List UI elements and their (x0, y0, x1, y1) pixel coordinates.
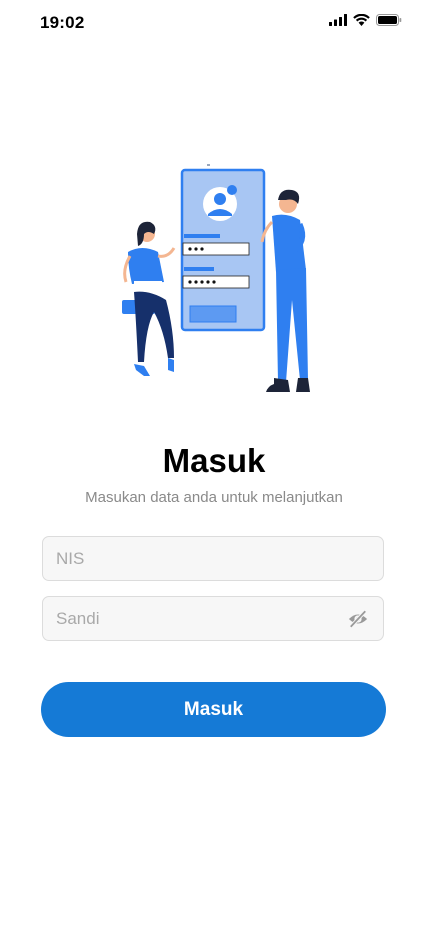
status-bar: 19:02 (0, 0, 428, 46)
signal-icon (329, 14, 347, 26)
eye-off-icon[interactable] (347, 609, 369, 629)
nis-field (42, 536, 384, 581)
battery-icon (376, 14, 402, 26)
password-field (42, 596, 384, 641)
wifi-icon (353, 14, 370, 26)
login-button[interactable]: Masuk (41, 682, 386, 737)
nis-input[interactable] (43, 537, 383, 580)
status-time: 19:02 (40, 13, 85, 32)
password-input[interactable] (43, 597, 383, 640)
page-subtitle: Masukan data anda untuk melanjutkan (85, 489, 343, 506)
login-illustration (122, 164, 310, 392)
page-title: Masuk (162, 442, 266, 479)
status-icons (329, 14, 402, 26)
